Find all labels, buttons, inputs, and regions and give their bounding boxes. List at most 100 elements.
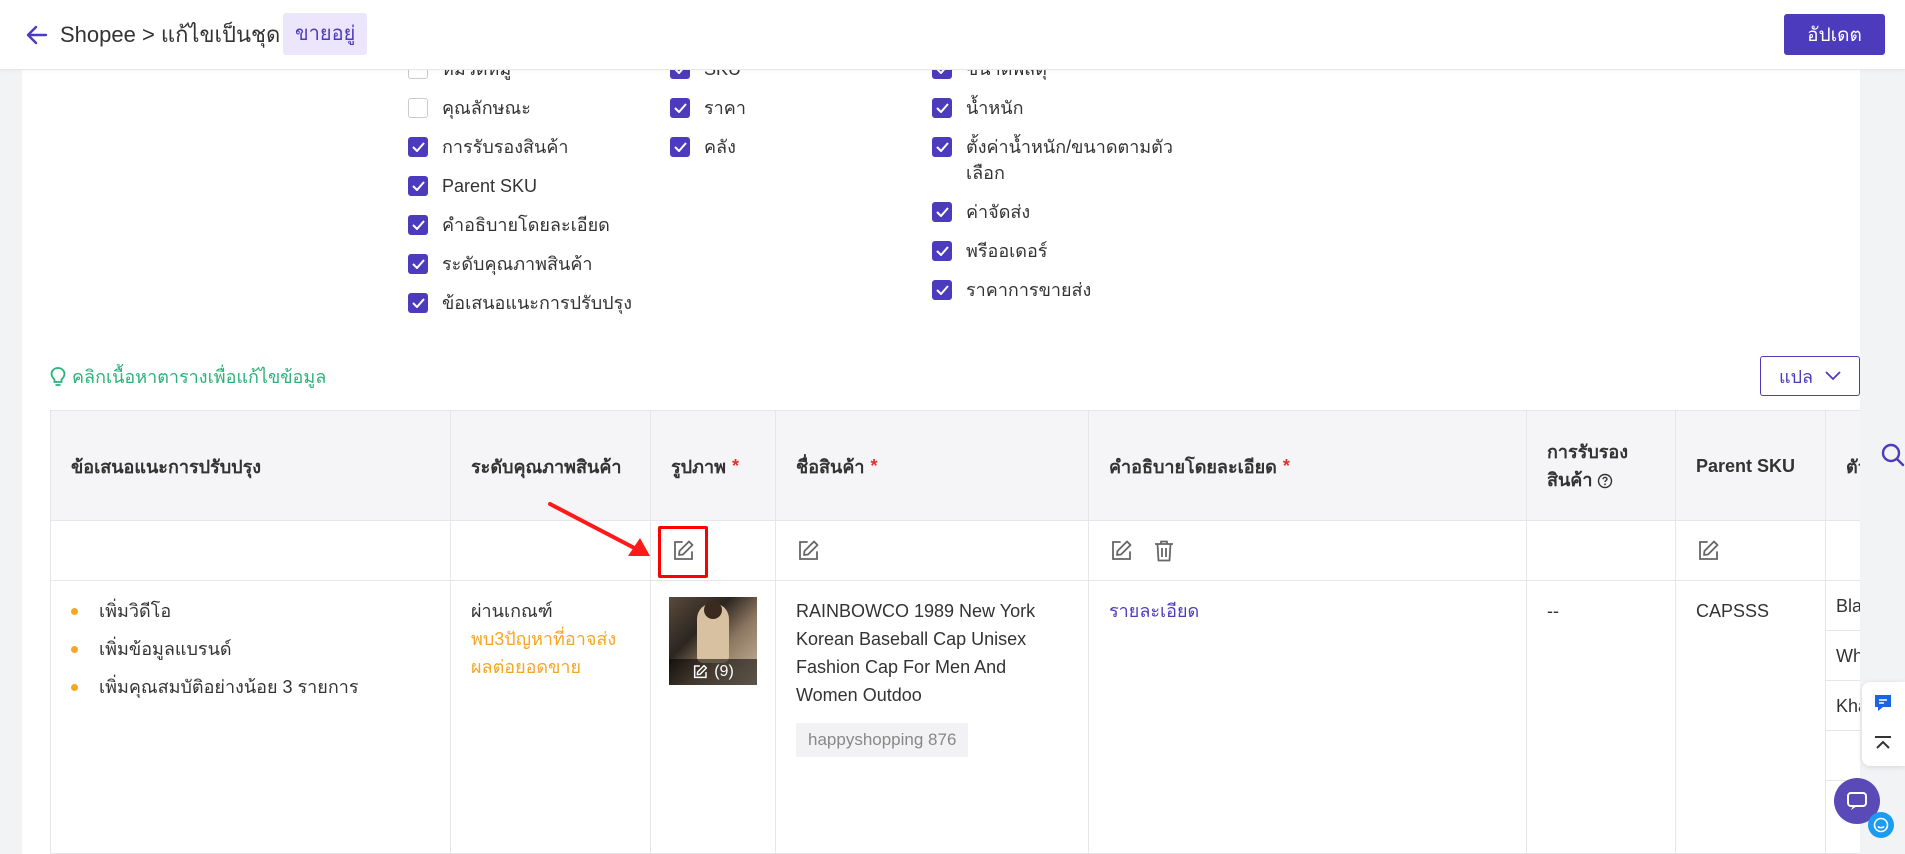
parent-sku-cell[interactable]: CAPSSS: [1676, 581, 1826, 854]
shop-tag: happyshopping 876: [796, 723, 969, 757]
variant-cell[interactable]: White: [1826, 631, 1860, 681]
back-to-top-icon[interactable]: [1872, 734, 1894, 756]
field-selector: หมวดหมู่ คุณลักษณะ การรับรองสินค้า Paren…: [22, 70, 1860, 340]
update-button[interactable]: อัปเดต: [1784, 14, 1885, 55]
checkbox-checked[interactable]: [408, 137, 428, 157]
list-item: เพิ่มวิดีโอ: [71, 597, 430, 625]
edit-icon[interactable]: [796, 539, 820, 563]
field-parent-sku[interactable]: Parent SKU: [408, 173, 537, 199]
checkbox-checked[interactable]: [932, 241, 952, 261]
field-shipping[interactable]: ค่าจัดส่ง: [932, 199, 1030, 225]
top-bar: Shopee > แก้ไขเป็นชุด ขายอยู่ อัปเดต: [0, 0, 1905, 70]
field-quality[interactable]: ระดับคุณภาพสินค้า: [408, 251, 592, 277]
product-name: RAINBOWCO 1989 New York Korean Baseball …: [796, 601, 1036, 705]
feedback-icon[interactable]: [1872, 692, 1894, 714]
field-weight[interactable]: น้ำหนัก: [932, 95, 1023, 121]
field-attributes[interactable]: คุณลักษณะ: [408, 95, 531, 121]
check-icon: [411, 298, 425, 308]
annotation-highlight: [658, 526, 708, 578]
support-button[interactable]: [1868, 812, 1894, 838]
table-row[interactable]: เพิ่มวิดีโอ เพิ่มข้อมูลแบรนด์ เพิ่มคุณสม…: [51, 581, 1860, 854]
check-icon: [673, 142, 687, 152]
field-description[interactable]: คำอธิบายโดยละเอียด: [408, 212, 610, 238]
edit-icon: [694, 664, 708, 679]
check-icon: [674, 70, 683, 74]
variant-cell[interactable]: Khaki: [1826, 681, 1860, 731]
table-header: ข้อเสนอแนะการปรับปรุง ระดับคุณภาพสินค้า …: [51, 411, 1860, 521]
col-variant: ตัวเลือก: [1826, 411, 1860, 521]
checkbox-checked[interactable]: [408, 293, 428, 313]
checkbox-checked[interactable]: [932, 137, 952, 157]
field-sku[interactable]: SKU: [670, 70, 741, 82]
check-icon: [936, 70, 945, 74]
field-certification[interactable]: การรับรองสินค้า: [408, 134, 568, 160]
field-price[interactable]: ราคา: [670, 95, 746, 121]
quality-cell[interactable]: ผ่านเกณฑ์ พบ3ปัญหาที่อาจส่งผลต่อยอดขาย: [451, 581, 651, 854]
annotation-arrow-icon: [548, 502, 650, 556]
variant-cell[interactable]: [1826, 731, 1860, 781]
field-suggestions[interactable]: ข้อเสนอแนะการปรับปรุง: [408, 290, 632, 316]
col-description: คำอธิบายโดยละเอียด *: [1089, 411, 1527, 521]
list-item: เพิ่มข้อมูลแบรนด์: [71, 635, 430, 663]
edit-icon[interactable]: [1109, 539, 1133, 563]
suggestions-cell[interactable]: เพิ่มวิดีโอ เพิ่มข้อมูลแบรนด์ เพิ่มคุณสม…: [51, 581, 451, 854]
list-item: เพิ่มคุณสมบัติอย่างน้อย 3 รายการ: [71, 673, 430, 701]
image-cell[interactable]: (9): [651, 581, 776, 854]
checkbox-checked[interactable]: [932, 70, 952, 79]
checkbox-checked[interactable]: [670, 137, 690, 157]
quality-issue[interactable]: พบ3ปัญหาที่อาจส่งผลต่อยอดขาย: [471, 625, 630, 681]
check-icon: [935, 142, 949, 152]
batch-edit-row: [51, 521, 1860, 581]
arrow-left-icon: [26, 25, 48, 45]
image-count: (9): [714, 663, 734, 680]
back-button[interactable]: [22, 20, 52, 50]
checkbox-checked[interactable]: [932, 98, 952, 118]
check-icon: [935, 103, 949, 113]
product-name-cell[interactable]: RAINBOWCO 1989 New York Korean Baseball …: [776, 581, 1089, 854]
product-thumbnail[interactable]: (9): [669, 597, 757, 685]
edit-hint: คลิกเนื้อหาตารางเพื่อแก้ไขข้อมูล: [50, 362, 326, 391]
checkbox-checked[interactable]: [408, 254, 428, 274]
trash-icon[interactable]: [1153, 539, 1175, 563]
edit-icon[interactable]: [1696, 539, 1720, 563]
field-variant-weight[interactable]: ตั้งค่าน้ำหนัก/ขนาดตามตัวเลือก: [932, 134, 1196, 186]
breadcrumb: Shopee > แก้ไขเป็นชุด: [60, 22, 281, 47]
side-toolbar: [1862, 682, 1905, 766]
description-cell[interactable]: รายละเอียด: [1089, 581, 1527, 854]
check-icon: [935, 207, 949, 217]
variant-cell[interactable]: Black: [1826, 581, 1860, 631]
help-circle-icon[interactable]: [1597, 473, 1613, 489]
checkbox-checked[interactable]: [670, 70, 690, 79]
quality-status: ผ่านเกณฑ์: [471, 601, 553, 621]
check-icon: [411, 259, 425, 269]
field-preorder[interactable]: พรีออเดอร์: [932, 238, 1047, 264]
col-parent-sku: Parent SKU: [1676, 411, 1826, 521]
checkbox-checked[interactable]: [932, 202, 952, 222]
field-category[interactable]: หมวดหมู่: [408, 70, 511, 82]
image-count-bar[interactable]: (9): [669, 659, 757, 685]
check-icon: [411, 181, 425, 191]
description-link[interactable]: รายละเอียด: [1109, 601, 1199, 621]
checkbox-checked[interactable]: [408, 176, 428, 196]
chat-icon: [1847, 792, 1867, 810]
search-icon[interactable]: [1880, 442, 1905, 468]
col-certification: การรับรองสินค้า: [1527, 411, 1676, 521]
check-icon: [935, 285, 949, 295]
field-stock[interactable]: คลัง: [670, 134, 736, 160]
chevron-down-icon: [1825, 371, 1841, 381]
translate-button[interactable]: แปล: [1760, 356, 1860, 396]
check-icon: [411, 220, 425, 230]
field-wholesale[interactable]: ราคาการขายส่ง: [932, 277, 1091, 303]
col-suggestions: ข้อเสนอแนะการปรับปรุง: [51, 411, 451, 521]
certification-cell[interactable]: --: [1527, 581, 1676, 854]
check-icon: [673, 103, 687, 113]
check-icon: [411, 142, 425, 152]
checkbox-unchecked[interactable]: [408, 98, 428, 118]
checkbox-checked[interactable]: [932, 280, 952, 300]
col-product-name: ชื่อสินค้า *: [776, 411, 1089, 521]
checkbox-unchecked[interactable]: [408, 70, 428, 79]
checkbox-checked[interactable]: [408, 215, 428, 235]
check-icon: [935, 246, 949, 256]
checkbox-checked[interactable]: [670, 98, 690, 118]
field-package-size[interactable]: ขนาดพัสดุ: [932, 70, 1047, 82]
